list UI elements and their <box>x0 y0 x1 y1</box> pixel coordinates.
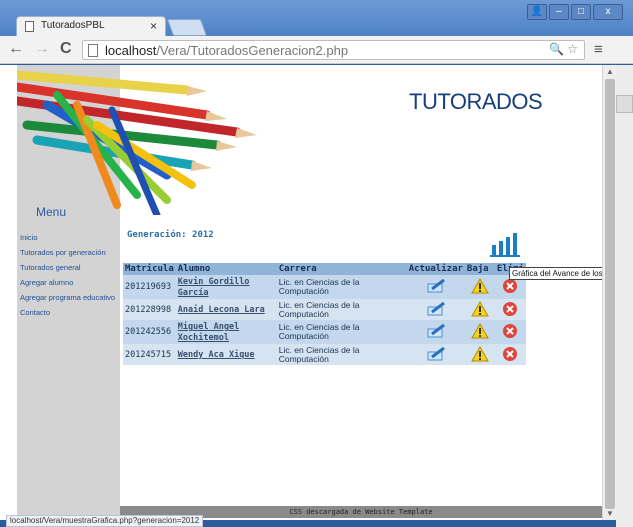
student-link[interactable]: Anaid Lecona Lara <box>178 305 265 315</box>
pencil-notebook-icon[interactable] <box>426 301 446 317</box>
warning-icon[interactable] <box>471 322 489 339</box>
scroll-down-icon[interactable]: ▼ <box>606 509 614 518</box>
sidebar-item-contacto[interactable]: Contacto <box>20 308 116 317</box>
vertical-scrollbar[interactable]: ▲ ▼ <box>602 65 616 520</box>
sidebar-item-inicio[interactable]: Inicio <box>20 233 116 242</box>
student-link[interactable]: Miguel Angel Xochitemol <box>178 322 239 343</box>
table-row: 201228998 Anaid Lecona Lara Lic. en Cien… <box>123 299 526 320</box>
back-button[interactable]: ← <box>8 40 24 58</box>
scroll-up-icon[interactable]: ▲ <box>606 67 614 76</box>
cell-matricula: 201228998 <box>123 299 176 320</box>
tab-title: TutoradosPBL <box>41 20 105 31</box>
menu-title: Menu <box>36 205 67 219</box>
minimize-button[interactable]: – <box>549 4 569 20</box>
col-alumno: Alumno <box>175 263 277 275</box>
window-titlebar: TutoradosPBL × 👤 – □ x <box>0 0 633 36</box>
delete-x-icon[interactable] <box>502 346 518 362</box>
pencil-notebook-icon[interactable] <box>426 323 446 339</box>
students-table: Matricula Alumno Carrera Actualizar Baja… <box>123 263 526 365</box>
cell-carrera: Lic. en Ciencias de la Computación <box>276 275 407 299</box>
scroll-thumb[interactable] <box>605 79 615 509</box>
table-row: 201245715 Wendy Aca Xique Lic. en Cienci… <box>123 344 526 365</box>
status-bar-url: localhost/Vera/muestraGrafica.php?genera… <box>6 515 204 527</box>
maximize-button[interactable]: □ <box>571 4 591 20</box>
cell-matricula: 201245715 <box>123 344 176 365</box>
page-icon <box>88 44 98 57</box>
cell-matricula: 201219693 <box>123 275 176 299</box>
page-icon <box>25 21 34 32</box>
background-window <box>616 65 633 527</box>
cell-carrera: Lic. en Ciencias de la Computación <box>276 299 407 320</box>
col-carrera: Carrera <box>276 263 407 275</box>
cell-carrera: Lic. en Ciencias de la Computación <box>276 344 407 365</box>
sidebar-nav: Inicio Tutorados por generación Tutorado… <box>20 233 116 323</box>
browser-menu-button[interactable]: ≡ <box>594 41 603 58</box>
new-tab-button[interactable] <box>166 19 208 36</box>
sidebar-item-agregar-programa[interactable]: Agregar programa educativo <box>20 293 116 302</box>
background-window-strip <box>616 95 633 113</box>
cell-carrera: Lic. en Ciencias de la Computación <box>276 320 407 344</box>
pencil-notebook-icon[interactable] <box>426 346 446 362</box>
table-header-row: Matricula Alumno Carrera Actualizar Baja… <box>123 263 526 275</box>
col-baja: Baja <box>464 263 495 275</box>
window-controls: 👤 – □ x <box>527 4 623 20</box>
url-path: /Vera/TutoradosGeneracion2.php <box>156 43 349 58</box>
delete-x-icon[interactable] <box>502 323 518 339</box>
generation-heading: Generación: 2012 <box>127 230 214 240</box>
student-link[interactable]: Wendy Aca Xique <box>178 350 255 360</box>
reload-button[interactable]: C <box>60 40 72 58</box>
page-viewport: TUTORADOS Menu Inicio Tutorados por gene… <box>0 65 602 520</box>
browser-toolbar: ← → C localhost/Vera/TutoradosGeneracion… <box>0 36 633 64</box>
address-bar[interactable]: localhost/Vera/TutoradosGeneracion2.php … <box>82 40 585 60</box>
sidebar-item-agregar-alumno[interactable]: Agregar alumno <box>20 278 116 287</box>
chart-tooltip: Gráfica del Avance de los alumno <box>509 267 602 280</box>
zoom-star-icons[interactable]: 🔍 ☆ <box>549 42 578 56</box>
delete-x-icon[interactable] <box>502 301 518 317</box>
sidebar-item-tutorados-general[interactable]: Tutorados general <box>20 263 116 272</box>
forward-button[interactable]: → <box>34 40 50 58</box>
colored-pencils-image <box>17 70 257 215</box>
pencil-notebook-icon[interactable] <box>426 278 446 294</box>
user-icon[interactable]: 👤 <box>527 4 547 20</box>
sidebar-item-tutorados-por-generacion[interactable]: Tutorados por generación <box>20 248 116 257</box>
table-row: 201219693 Kevin Gordillo García Lic. en … <box>123 275 526 299</box>
browser-tab[interactable]: TutoradosPBL × <box>16 16 166 36</box>
warning-icon[interactable] <box>471 277 489 294</box>
tab-close-icon[interactable]: × <box>150 19 157 33</box>
cell-matricula: 201242556 <box>123 320 176 344</box>
table-row: 201242556 Miguel Angel Xochitemol Lic. e… <box>123 320 526 344</box>
warning-icon[interactable] <box>471 345 489 362</box>
col-matricula: Matricula <box>123 263 176 275</box>
close-window-button[interactable]: x <box>593 4 623 20</box>
warning-icon[interactable] <box>471 300 489 317</box>
student-link[interactable]: Kevin Gordillo García <box>178 277 250 298</box>
delete-x-icon[interactable] <box>502 278 518 294</box>
col-actualizar: Actualizar <box>406 263 465 275</box>
page-title: TUTORADOS <box>409 89 543 114</box>
url-host: localhost <box>105 43 157 58</box>
bar-chart-icon[interactable] <box>488 233 526 257</box>
